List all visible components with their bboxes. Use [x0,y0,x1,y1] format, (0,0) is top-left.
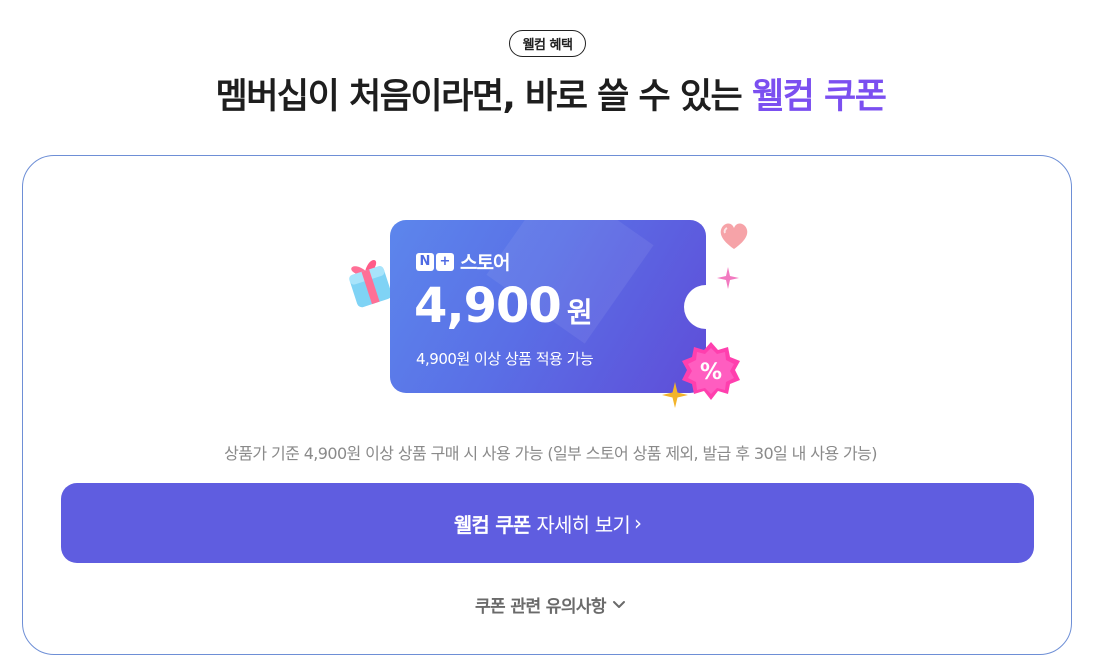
coupon-caution-toggle[interactable]: 쿠폰 관련 유의사항 [0,592,1101,617]
star-icon [662,382,688,408]
coupon-amount: 4,900 원 [414,278,593,334]
logo-plus: + [436,252,454,271]
welcome-coupon-detail-button[interactable]: 웰컴 쿠폰 자세히 보기 › [61,483,1034,563]
coupon-brand-name: 스토어 [460,252,510,274]
sparkle-icon [717,267,739,289]
welcome-benefit-badge: 웰컴 혜택 [509,30,586,57]
percent-mark: % [700,360,722,385]
logo-n: N [416,252,434,271]
coupon-ticket: N + 스토어 4,900 원 4,900원 이상 상품 적용 가능 [390,220,706,393]
gift-icon [349,260,392,308]
coupon-amount-unit: 원 [566,296,593,329]
chevron-down-icon [612,600,625,608]
page-title: 멤버십이 처음이라면, 바로 쓸 수 있는 웰컴 쿠폰 [0,68,1101,119]
page-title-text: 멤버십이 처음이라면, 바로 쓸 수 있는 [215,77,752,117]
coupon-caution-label: 쿠폰 관련 유의사항 [475,597,607,617]
coupon-notch [684,285,706,329]
chevron-right-icon: › [633,511,642,535]
welcome-benefit-section: 웰컴 혜택 멤버십이 처음이라면, 바로 쓸 수 있는 웰컴 쿠폰 N + 스토… [0,0,1101,667]
cta-bold-label: 웰컴 쿠폰 [453,512,531,537]
coupon-amount-value: 4,900 [414,278,562,334]
page-title-accent: 웰컴 쿠폰 [751,77,887,117]
naver-plus-logo: N + [416,252,454,271]
percent-badge-icon: % [682,342,740,400]
coupon-usage-notice: 상품가 기준 4,900원 이상 상품 구매 시 사용 가능 (일부 스토어 상… [224,444,877,463]
heart-icon [720,223,748,249]
cta-label: 자세히 보기 [536,512,630,537]
coupon-brand: N + 스토어 [416,248,510,275]
coupon-condition: 4,900원 이상 상품 적용 가능 [416,350,594,368]
